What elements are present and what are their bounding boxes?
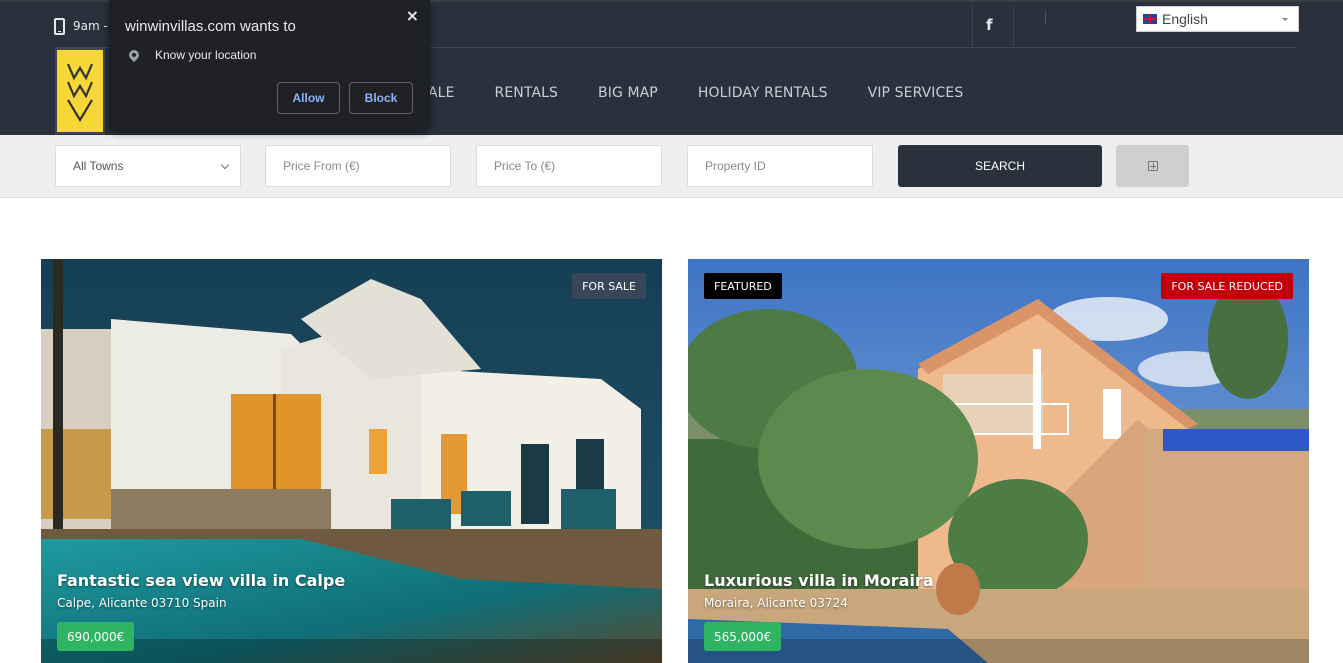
price-from-input[interactable]: Price From (€)	[265, 145, 451, 187]
advanced-search-button[interactable]	[1116, 145, 1189, 187]
nav-item-big-map[interactable]: BIG MAP	[598, 85, 658, 101]
nav-item-rentals[interactable]: RENTALS	[495, 85, 558, 101]
status-badge: FOR SALE REDUCED	[1161, 273, 1293, 299]
listing-card[interactable]: FEATURED FOR SALE REDUCED Luxurious vill…	[688, 259, 1309, 663]
price-to-input[interactable]: Price To (€)	[476, 145, 662, 187]
phone-icon	[54, 18, 65, 35]
divider	[1013, 6, 1014, 46]
language-label: English	[1162, 11, 1208, 27]
location-pin-icon	[126, 47, 142, 63]
divider	[972, 6, 973, 46]
facebook-icon[interactable]: f	[986, 16, 993, 34]
listing-card[interactable]: FOR SALE Fantastic sea view villa in Cal…	[41, 259, 662, 663]
property-id-input[interactable]: Property ID	[687, 145, 873, 187]
nav-item-holiday-rentals[interactable]: HOLIDAY RENTALS	[698, 85, 828, 101]
listing-address: Calpe, Alicante 03710 Spain	[57, 596, 227, 610]
close-icon[interactable]: ×	[406, 6, 419, 25]
uk-flag-icon	[1143, 14, 1157, 24]
allow-button[interactable]: Allow	[277, 82, 340, 114]
site-logo[interactable]	[55, 48, 105, 134]
opening-hours: 9am -	[73, 19, 108, 33]
plus-square-icon	[1147, 161, 1158, 171]
www-logo-icon	[66, 63, 94, 123]
price-tag: 690,000€	[57, 622, 135, 651]
property-search-bar: All Towns Price From (€) Price To (€) Pr…	[0, 135, 1343, 198]
caret-down-icon	[1282, 18, 1288, 21]
main-nav: ALE RENTALS BIG MAP HOLIDAY RENTALS VIP …	[428, 85, 1003, 101]
price-tag: 565,000€	[704, 622, 782, 651]
location-permission-popup: winwinvillas.com wants to × Know your lo…	[109, 0, 430, 131]
search-button[interactable]: SEARCH	[898, 145, 1102, 187]
featured-badge: FEATURED	[704, 273, 782, 299]
town-select[interactable]: All Towns	[55, 145, 241, 187]
chevron-down-icon	[220, 160, 230, 170]
page: 9am - f English ALE RENTALS BIG MAP HOLI…	[0, 0, 1343, 663]
popup-title: winwinvillas.com wants to	[125, 18, 296, 35]
listing-address: Moraira, Alicante 03724	[704, 596, 848, 610]
divider	[1045, 11, 1046, 24]
permission-text: Know your location	[155, 48, 257, 62]
block-button[interactable]: Block	[349, 82, 413, 114]
listing-title[interactable]: Fantastic sea view villa in Calpe	[57, 571, 345, 590]
listing-title[interactable]: Luxurious villa in Moraira	[704, 571, 934, 590]
language-select[interactable]: English	[1136, 6, 1299, 32]
nav-item-sale[interactable]: ALE	[428, 85, 455, 101]
status-badge: FOR SALE	[572, 273, 646, 299]
town-select-value: All Towns	[73, 159, 124, 173]
nav-item-vip-services[interactable]: VIP SERVICES	[868, 85, 964, 101]
